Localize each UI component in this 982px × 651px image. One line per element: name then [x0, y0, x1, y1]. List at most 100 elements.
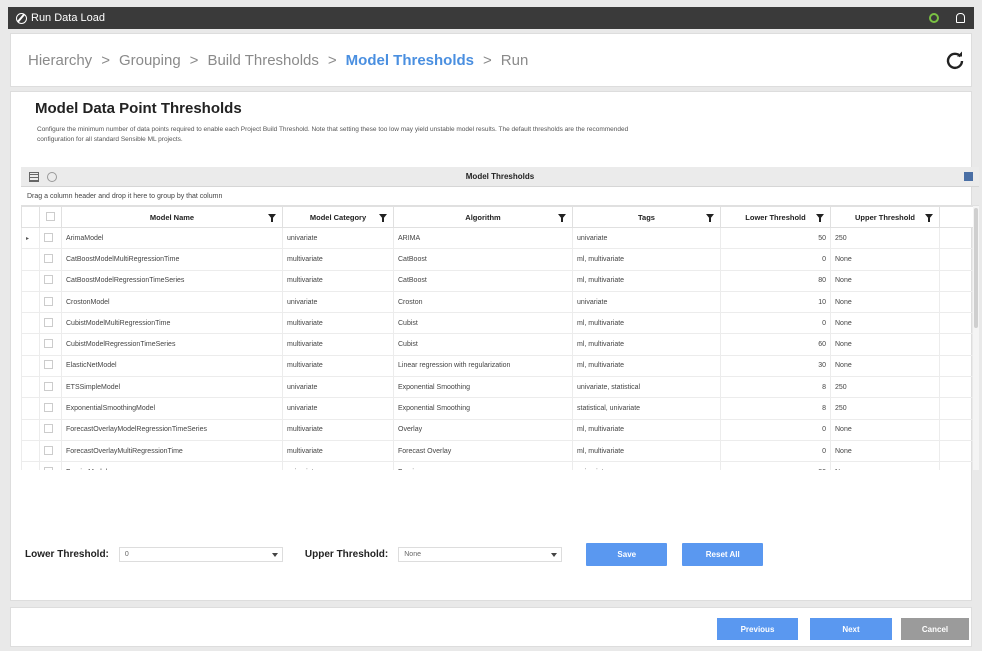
cell-model-category: univariate: [282, 290, 394, 314]
save-button[interactable]: Save: [586, 542, 668, 566]
col-header-model-name[interactable]: Model Name: [61, 206, 283, 228]
row-checkbox[interactable]: [44, 424, 53, 434]
col-header-label: Lower Threshold: [745, 212, 806, 222]
table-row[interactable]: ElasticNetModel multivariate Linear regres…: [21, 354, 974, 378]
cell-model-name: ExponentialSmoothingModel: [61, 397, 283, 420]
row-checkbox[interactable]: [44, 275, 53, 285]
table-row[interactable]: CrostonModel univariate Croston univariate 1…: [21, 290, 974, 314]
table-row[interactable]: ExponentialSmoothingModel univariate Expon…: [21, 397, 974, 420]
select-all-checkbox[interactable]: [46, 211, 55, 221]
cell-tags: ml, multivariate: [572, 248, 721, 271]
col-header-label: Tags: [638, 212, 655, 222]
row-select-cell[interactable]: [39, 290, 62, 314]
table-row[interactable]: CubistModelRegressionTimeSeries multivari…: [21, 333, 974, 356]
row-checkbox[interactable]: [44, 232, 53, 242]
previous-button[interactable]: Previous: [717, 618, 798, 640]
cell-model-name: CubistModelRegressionTimeSeries: [61, 333, 283, 356]
row-select-cell[interactable]: [39, 269, 62, 292]
expand-icon[interactable]: [964, 172, 973, 181]
upper-threshold-label: Upper Threshold:: [304, 548, 389, 560]
cell-lower-threshold: 50: [720, 226, 831, 250]
grid-body[interactable]: Model Name Model Category Algorithm Tags…: [21, 206, 979, 470]
status-circle-icon[interactable]: [928, 12, 940, 24]
cell-spacer: [939, 312, 974, 335]
row-select-cell[interactable]: [39, 397, 62, 420]
breadcrumb-run[interactable]: Run: [501, 52, 529, 69]
page-description: Configure the minimum number of data poi…: [37, 125, 967, 145]
filter-icon[interactable]: [268, 214, 276, 222]
cell-spacer: [939, 418, 974, 441]
table-row[interactable]: CatBoostModelMultiRegressionTime multivar…: [21, 248, 974, 271]
row-checkbox[interactable]: [44, 253, 53, 263]
app-logo-icon: [16, 12, 27, 24]
breadcrumb-hierarchy[interactable]: Hierarchy: [28, 52, 92, 69]
cell-model-name: CrostonModel: [61, 290, 283, 314]
col-header-upper-threshold[interactable]: Upper Threshold: [830, 206, 940, 228]
col-header-tags[interactable]: Tags: [572, 206, 721, 228]
row-select-cell[interactable]: [39, 226, 62, 250]
cell-model-category: univariate: [282, 376, 394, 399]
table-row[interactable]: CatBoostModelRegressionTimeSeries multiva…: [21, 269, 974, 292]
cell-upper-threshold: None: [830, 248, 940, 271]
cell-model-category: univariate: [282, 226, 394, 250]
table-row[interactable]: CubistModelMultiRegressionTime multivaria…: [21, 312, 974, 335]
filter-icon[interactable]: [925, 214, 933, 222]
table-row[interactable]: ▸ ArimaModel univariate ARIMA univariate 50 25…: [21, 226, 974, 250]
cell-lower-threshold: 0: [720, 439, 831, 463]
row-checkbox[interactable]: [44, 445, 53, 455]
row-select-cell[interactable]: [39, 418, 62, 441]
row-checkbox[interactable]: [44, 381, 53, 391]
row-select-cell[interactable]: [39, 354, 62, 378]
row-checkbox[interactable]: [44, 317, 53, 327]
col-header-algorithm[interactable]: Algorithm: [393, 206, 573, 228]
col-header-label: Upper Threshold: [854, 212, 915, 222]
lower-threshold-select[interactable]: 0: [118, 546, 283, 562]
row-select-cell[interactable]: [39, 248, 62, 271]
breadcrumb-separator: >: [189, 51, 199, 69]
row-select-cell[interactable]: [39, 376, 62, 399]
row-checkbox[interactable]: [44, 360, 53, 370]
select-all-header[interactable]: [39, 206, 62, 228]
table-row[interactable]: FourierModelunivariateFourierunivariate3…: [21, 461, 974, 470]
col-header-label: Model Category: [309, 212, 367, 222]
cell-lower-threshold: 80: [720, 269, 831, 292]
col-header-model-category[interactable]: Model Category: [282, 206, 394, 228]
row-checkbox[interactable]: [44, 403, 53, 413]
row-select-cell[interactable]: [39, 312, 62, 335]
filter-icon[interactable]: [816, 214, 824, 222]
cell-spacer: [939, 333, 974, 356]
row-select-cell[interactable]: [39, 439, 62, 463]
vertical-scrollbar[interactable]: [973, 206, 979, 470]
scrollbar-thumb[interactable]: [974, 208, 978, 328]
breadcrumb-build-thresholds[interactable]: Build Thresholds: [207, 52, 318, 69]
reset-all-button[interactable]: Reset All: [682, 542, 764, 566]
cancel-button[interactable]: Cancel: [901, 618, 969, 640]
row-checkbox[interactable]: [44, 339, 53, 349]
window-title: Run Data Load: [31, 12, 105, 24]
row-checkbox[interactable]: [44, 466, 53, 470]
filter-icon[interactable]: [558, 214, 566, 222]
wizard-footer: Previous Next Cancel: [10, 607, 972, 647]
filter-icon[interactable]: [379, 214, 387, 222]
table-row[interactable]: ETSSimpleModel univariate Exponential Smoo…: [21, 376, 974, 399]
refresh-icon[interactable]: [945, 50, 965, 70]
next-button[interactable]: Next: [810, 618, 892, 640]
cell-model-category: multivariate: [282, 439, 394, 463]
table-row[interactable]: ForecastOverlayMultiRegressionTime multiv…: [21, 439, 974, 463]
cell-tags: ml, multivariate: [572, 439, 721, 463]
breadcrumb-model-thresholds[interactable]: Model Thresholds: [346, 52, 474, 69]
row-select-cell[interactable]: [39, 461, 62, 470]
filter-icon[interactable]: [706, 214, 714, 222]
breadcrumb-grouping[interactable]: Grouping: [119, 52, 181, 69]
col-header-lower-threshold[interactable]: Lower Threshold: [720, 206, 831, 228]
row-checkbox[interactable]: [44, 296, 53, 306]
notification-bell-icon[interactable]: [954, 12, 966, 24]
cell-tags: univariate, statistical: [572, 376, 721, 399]
row-indicator: [21, 290, 40, 314]
upper-threshold-select[interactable]: None: [398, 546, 563, 562]
row-select-cell[interactable]: [39, 333, 62, 356]
table-row[interactable]: ForecastOverlayModelRegressionTimeSeries…: [21, 418, 974, 441]
cell-lower-threshold: 30: [720, 461, 831, 470]
cell-lower-threshold: 10: [720, 290, 831, 314]
row-indicator: [21, 418, 40, 441]
